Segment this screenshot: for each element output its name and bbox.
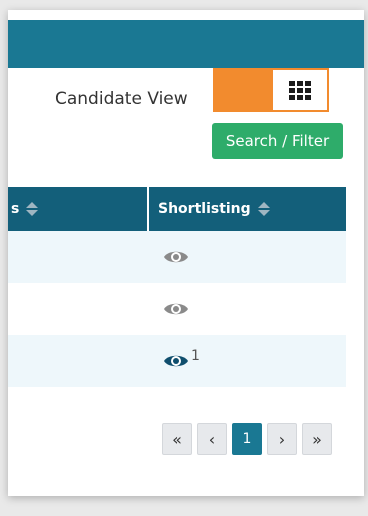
grid-view-button[interactable] (271, 70, 327, 110)
column-header-label: s (11, 201, 20, 217)
column-header-label: Shortlisting (158, 201, 251, 217)
shortlisting-cell[interactable] (163, 283, 189, 335)
pagination: « ‹ 1 › » (162, 423, 332, 457)
eye-icon[interactable] (163, 248, 189, 266)
shortlisting-cell[interactable]: 1 (163, 335, 200, 387)
grid-icon (289, 80, 311, 100)
table-row (8, 283, 346, 335)
next-page-button[interactable]: › (267, 423, 297, 455)
prev-page-button[interactable]: ‹ (197, 423, 227, 455)
eye-icon-active[interactable] (163, 352, 189, 370)
search-filter-button[interactable]: Search / Filter (212, 123, 343, 159)
top-bar (8, 20, 364, 68)
page-1-button[interactable]: 1 (232, 423, 262, 455)
shortlist-count: 1 (191, 348, 200, 364)
last-page-button[interactable]: » (302, 423, 332, 455)
sort-icon[interactable] (257, 202, 270, 216)
sort-icon[interactable] (26, 202, 39, 216)
table-row: 1 (8, 335, 346, 387)
first-page-button[interactable]: « (162, 423, 192, 455)
main-panel: Candidate View Search / Filter s Shortli… (8, 10, 364, 496)
candidate-view-toggle[interactable] (213, 68, 329, 112)
table-header: s Shortlisting (8, 187, 346, 231)
candidate-view-label: Candidate View (55, 89, 188, 109)
table-row (8, 231, 346, 283)
column-header-status[interactable]: s (8, 187, 144, 231)
shortlisting-cell[interactable] (163, 231, 189, 283)
column-header-shortlisting[interactable]: Shortlisting (147, 187, 346, 231)
eye-icon[interactable] (163, 300, 189, 318)
